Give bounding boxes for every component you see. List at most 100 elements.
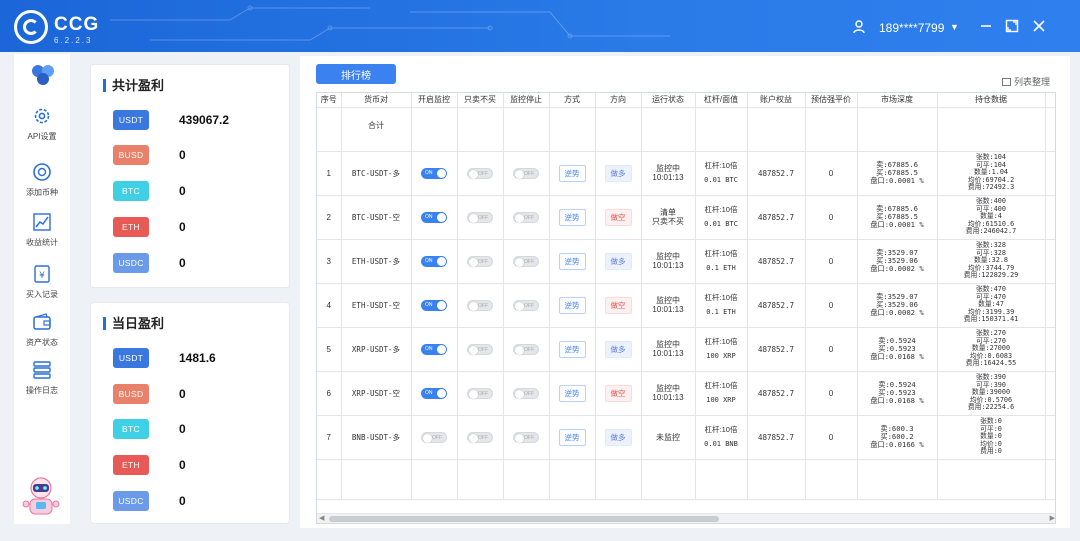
toggle-label: ON <box>425 169 433 176</box>
minimize-button[interactable] <box>978 18 994 34</box>
monitor-toggle[interactable]: OFF <box>421 431 447 443</box>
monitor-toggle[interactable]: ON <box>421 299 447 311</box>
sidebar-item-asset-status[interactable]: 资产状态 <box>14 312 70 348</box>
toggle-label: OFF <box>478 434 488 441</box>
sidebar-item-api-settings[interactable]: API设置 <box>14 106 70 142</box>
horizontal-scrollbar[interactable]: ◀ ▶ <box>317 513 1055 523</box>
stop-monitor-toggle[interactable]: OFF <box>513 343 539 355</box>
scroll-left-icon[interactable]: ◀ <box>319 514 324 522</box>
scroll-right-icon[interactable]: ▶ <box>1050 514 1055 522</box>
row-index: 3 <box>326 256 331 266</box>
stop-monitor-toggle[interactable]: OFF <box>513 255 539 267</box>
toggle-knob <box>515 345 524 355</box>
mode-tag[interactable]: 逆势 <box>558 164 586 182</box>
column-header: 预估强平价 <box>805 93 858 108</box>
direction-tag[interactable]: 做多 <box>604 164 632 182</box>
table-cell: 监控中 10:01:13 <box>641 371 696 416</box>
toggle-label: OFF <box>478 214 488 221</box>
scrollbar-thumb[interactable] <box>329 516 719 522</box>
currency-pair: BNB-USDT-多 <box>351 432 401 442</box>
account-equity: 487852.7 <box>757 256 795 266</box>
monitor-toggle[interactable]: ON <box>421 255 447 267</box>
total-profit-panel: 共计盈利 USDT 439067.2 BUSD 0 BTC 0 ETH 0 US… <box>90 64 290 288</box>
stop-monitor-toggle[interactable]: OFF <box>513 299 539 311</box>
user-icon[interactable] <box>853 20 865 34</box>
toggle-label: ON <box>425 213 433 220</box>
column-header: 市场深度 <box>857 93 938 108</box>
table-cell: 张数:390 可平:390 数量:39000 均价:0.5706 费用:22254.6 <box>937 371 1046 416</box>
direction-tag[interactable]: 做多 <box>604 252 632 270</box>
table-cell: 张数:400 可平:400 数量:4 均价:61510.6 费用:246042.7 <box>937 195 1046 240</box>
mode-tag[interactable]: 逆势 <box>558 384 586 402</box>
currency-pair: XRP-USDT-多 <box>351 344 401 354</box>
title-bar: CCG 6.2.2.3 189****7799 ▼ <box>0 0 1080 52</box>
table-cell: 杠杆:10倍 0.01 BNB <box>695 415 748 460</box>
mode-tag[interactable]: 逆势 <box>558 340 586 358</box>
stop-monitor-toggle[interactable]: OFF <box>513 211 539 223</box>
stop-monitor-toggle[interactable]: OFF <box>513 431 539 443</box>
mode-tag[interactable]: 逆势 <box>558 252 586 270</box>
coin-badge: BTC <box>113 181 149 201</box>
column-header: 账户权益 <box>747 93 806 108</box>
sidebar-item-profit-stats[interactable]: 收益统计 <box>14 212 70 248</box>
toggle-label: OFF <box>524 346 534 353</box>
sidebar-item-buy-records[interactable]: ¥ 买入记录 <box>14 264 70 300</box>
stop-monitor-toggle[interactable]: OFF <box>513 387 539 399</box>
toggle-label: OFF <box>478 390 488 397</box>
close-button[interactable] <box>1031 18 1047 34</box>
robot-mascot-icon[interactable] <box>18 474 64 520</box>
table-cell: OFF <box>503 371 550 416</box>
column-header: 方向 <box>595 93 642 108</box>
currency-pair: BTC-USDT-空 <box>351 212 401 222</box>
sell-only-toggle[interactable]: OFF <box>467 387 493 399</box>
mode-tag[interactable]: 逆势 <box>558 296 586 314</box>
table-cell: 杠杆:10倍 100 XRP <box>695 371 748 416</box>
table-cell <box>695 459 748 500</box>
mode-tag[interactable]: 逆势 <box>558 428 586 446</box>
sell-only-toggle[interactable]: OFF <box>467 343 493 355</box>
stop-monitor-toggle[interactable]: OFF <box>513 167 539 179</box>
direction-tag[interactable]: 做多 <box>604 428 632 446</box>
table-cell: 监控中 10:01:13 <box>641 283 696 328</box>
table-cell: 逆势 <box>549 283 596 328</box>
monitor-toggle[interactable]: ON <box>421 167 447 179</box>
mode-tag[interactable]: 逆势 <box>558 208 586 226</box>
sell-only-toggle[interactable]: OFF <box>467 255 493 267</box>
sell-only-toggle[interactable]: OFF <box>467 211 493 223</box>
table-cell: OFF <box>503 283 550 328</box>
sidebar-item-operation-log[interactable]: 操作日志 <box>14 360 70 396</box>
direction-tag[interactable]: 做多 <box>604 340 632 358</box>
ranking-button[interactable]: 排行榜 <box>316 64 396 84</box>
toggle-knob <box>437 168 446 178</box>
table-cell: 487852.7 <box>747 151 806 196</box>
monitor-toggle[interactable]: ON <box>421 343 447 355</box>
run-status-detail: 10:01:13 <box>652 305 684 314</box>
direction-tag[interactable]: 做空 <box>604 384 632 402</box>
coin-badge: ETH <box>113 455 149 475</box>
sell-only-toggle[interactable]: OFF <box>467 299 493 311</box>
chevron-down-icon[interactable]: ▼ <box>950 22 959 32</box>
depth-line: 盘口:0.0166 % <box>870 440 924 449</box>
user-account[interactable]: 189****7799 <box>879 21 944 35</box>
coin-badge: USDC <box>113 491 149 511</box>
table-cell <box>503 107 550 152</box>
table-cell <box>549 107 596 152</box>
table-cell: 杠杆:10倍 100 XRP <box>695 327 748 372</box>
monitor-toggle[interactable]: ON <box>421 387 447 399</box>
list-manage-label: 列表整理 <box>1014 77 1051 87</box>
toggle-knob <box>515 213 524 223</box>
sell-only-toggle[interactable]: OFF <box>467 167 493 179</box>
toggle-knob <box>423 433 432 443</box>
list-manage-link[interactable]: 列表整理 <box>1002 75 1050 88</box>
sell-only-toggle[interactable]: OFF <box>467 431 493 443</box>
direction-tag[interactable]: 做空 <box>604 296 632 314</box>
table-cell: 监控中 10:01:13 <box>641 327 696 372</box>
maximize-button[interactable] <box>1004 18 1020 34</box>
liquidation-price: 0 <box>828 212 834 222</box>
table-cell: 1 <box>317 151 342 196</box>
direction-tag[interactable]: 做空 <box>604 208 632 226</box>
monitor-toggle[interactable]: ON <box>421 211 447 223</box>
sidebar-item-add-coin[interactable]: 添加币种 <box>14 162 70 198</box>
column-header: 开启监控 <box>411 93 458 108</box>
leverage: 杠杆:10倍 <box>704 249 738 258</box>
